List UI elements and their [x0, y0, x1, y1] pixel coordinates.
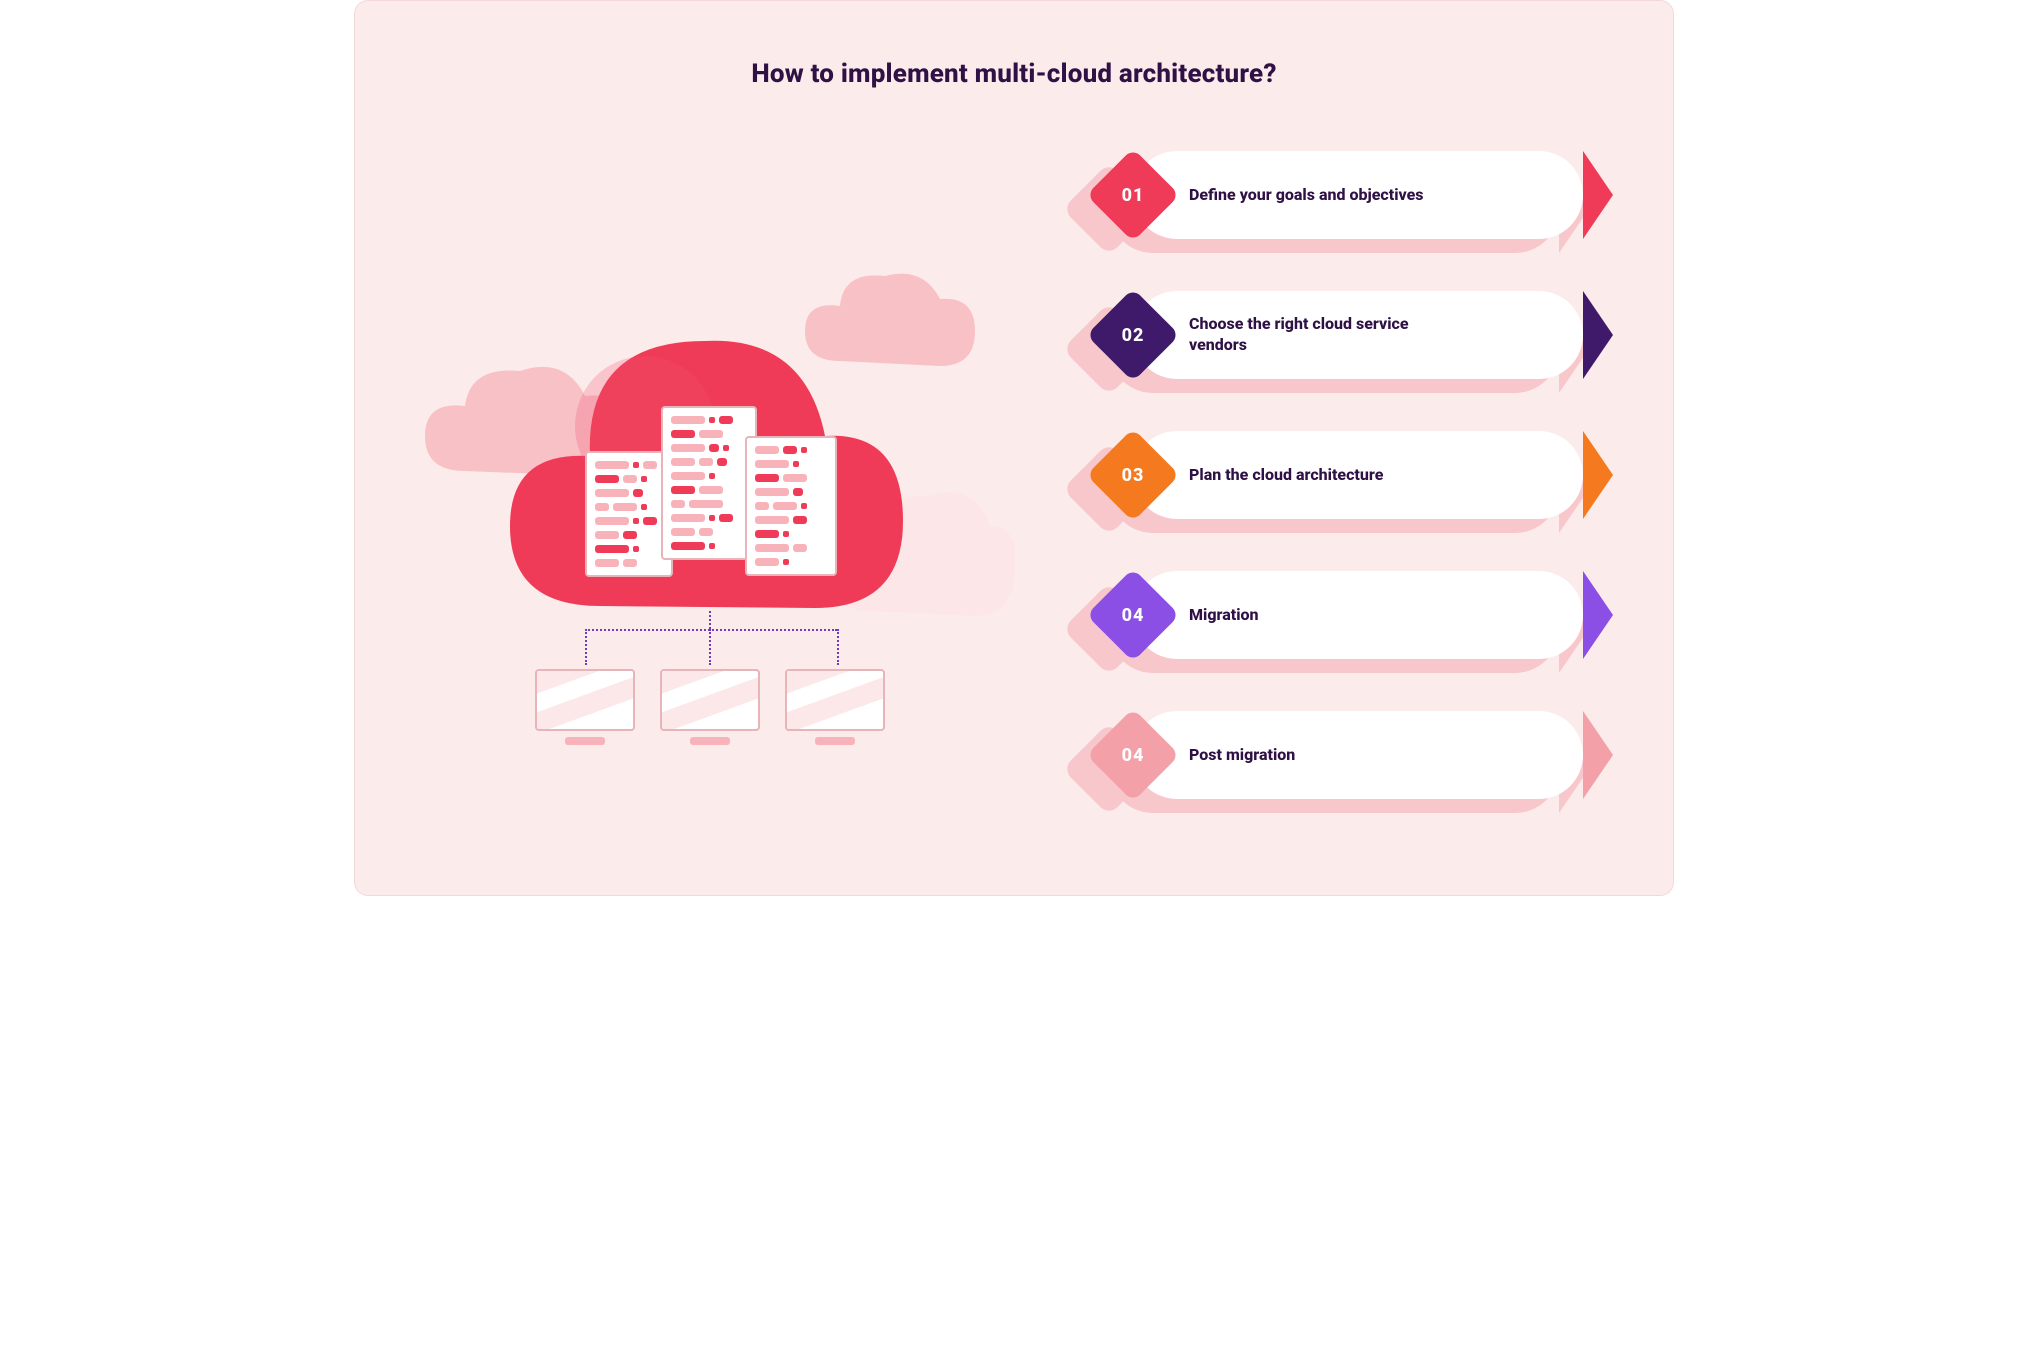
- step-arrow-icon: [1583, 431, 1613, 519]
- step-label: Post migration: [1189, 745, 1295, 766]
- step-label: Migration: [1189, 605, 1259, 626]
- monitor-1: [535, 669, 635, 749]
- step-arrow-icon: [1583, 711, 1613, 799]
- steps-list: 01 Define your goals and objectives 02 C…: [1133, 151, 1583, 799]
- step-2: 02 Choose the right cloud service vendor…: [1133, 291, 1583, 379]
- step-body: 01 Define your goals and objectives: [1133, 151, 1583, 239]
- server-stack-3: [745, 436, 837, 576]
- step-body: 04 Post migration: [1133, 711, 1583, 799]
- monitor-2: [660, 669, 760, 749]
- step-4: 04 Migration: [1133, 571, 1583, 659]
- step-label: Define your goals and objectives: [1189, 185, 1423, 206]
- step-label: Choose the right cloud service vendors: [1189, 314, 1469, 356]
- step-number: 02: [1100, 302, 1166, 368]
- page-title: How to implement multi-cloud architectur…: [355, 1, 1673, 89]
- connector-line: [837, 629, 839, 665]
- connector-line: [709, 611, 711, 629]
- step-5: 04 Post migration: [1133, 711, 1583, 799]
- cloud-servers-illustration: [465, 251, 1005, 811]
- step-body: 03 Plan the cloud architecture: [1133, 431, 1583, 519]
- step-number: 03: [1100, 442, 1166, 508]
- step-number: 01: [1100, 162, 1166, 228]
- connector-line: [709, 629, 711, 665]
- step-body: 02 Choose the right cloud service vendor…: [1133, 291, 1583, 379]
- connector-line: [585, 629, 837, 631]
- step-label: Plan the cloud architecture: [1189, 465, 1383, 486]
- step-number: 04: [1100, 722, 1166, 788]
- step-body: 04 Migration: [1133, 571, 1583, 659]
- step-1: 01 Define your goals and objectives: [1133, 151, 1583, 239]
- server-stack-1: [585, 451, 673, 577]
- step-3: 03 Plan the cloud architecture: [1133, 431, 1583, 519]
- infographic-frame: How to implement multi-cloud architectur…: [354, 0, 1674, 896]
- server-stack-2: [661, 406, 757, 560]
- monitor-3: [785, 669, 885, 749]
- step-number: 04: [1100, 582, 1166, 648]
- step-arrow-icon: [1583, 151, 1613, 239]
- step-arrow-icon: [1583, 291, 1613, 379]
- connector-line: [585, 629, 587, 665]
- step-arrow-icon: [1583, 571, 1613, 659]
